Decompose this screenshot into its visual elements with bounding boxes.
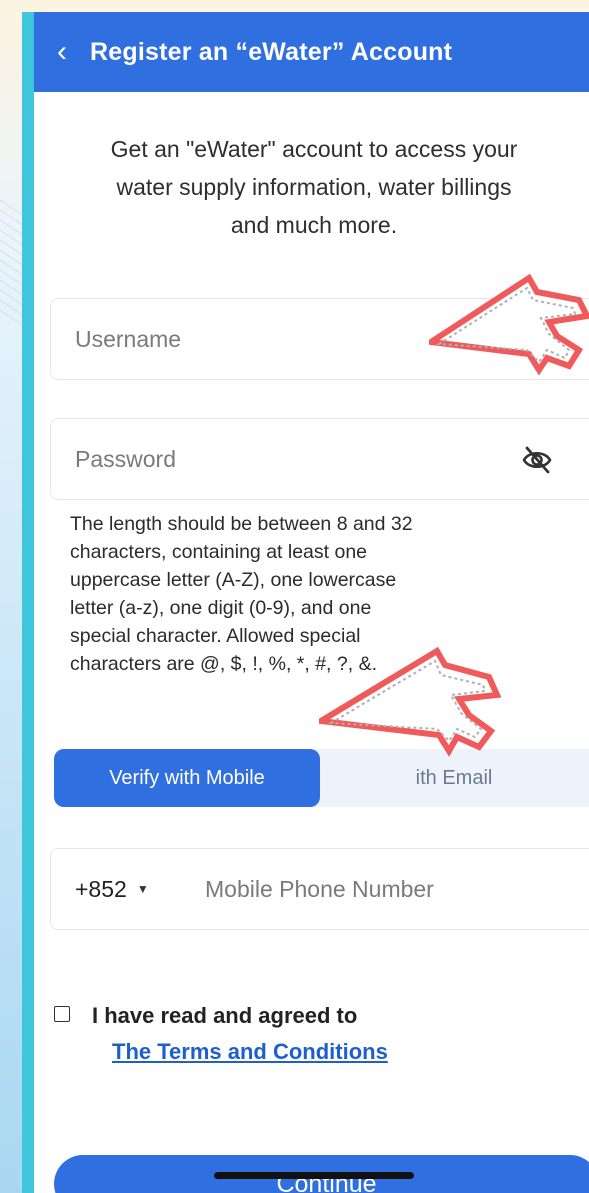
pixel-pointer-arrow-icon	[429, 273, 589, 376]
country-code-select[interactable]: +852 ▼	[51, 876, 185, 903]
terms-link[interactable]: The Terms and Conditions	[112, 1036, 388, 1068]
phone-frame: ‹ Register an “eWater” Account Get an "e…	[22, 12, 589, 1193]
mobile-phone-field: +852 ▼	[50, 848, 589, 930]
eye-off-icon[interactable]	[521, 445, 553, 475]
page-title: Register an “eWater” Account	[90, 37, 453, 66]
password-field	[50, 418, 589, 500]
hint-line: letter (a-z), one digit (0-9), and one	[70, 597, 372, 619]
hint-line: characters, containing at least one	[70, 541, 368, 563]
screen: ‹ Register an “eWater” Account Get an "e…	[34, 12, 589, 1193]
tab-verify-mobile[interactable]: Verify with Mobile	[54, 749, 320, 807]
hint-line: The length should be between 8 and 32	[70, 513, 413, 535]
country-code-value: +852	[75, 875, 127, 902]
password-input[interactable]	[51, 445, 495, 473]
intro-line-2: water supply information, water billings	[116, 174, 512, 200]
terms-checkbox[interactable]	[54, 1006, 70, 1022]
top-strip	[22, 0, 589, 12]
caret-down-icon: ▼	[136, 882, 149, 896]
home-indicator	[214, 1172, 414, 1179]
pixel-pointer-arrow-icon	[319, 646, 502, 757]
intro-text: Get an "eWater" account to access your w…	[34, 130, 589, 244]
back-button[interactable]: ‹	[34, 12, 90, 92]
mobile-phone-input[interactable]	[185, 875, 565, 903]
chevron-left-icon: ‹	[57, 35, 67, 68]
intro-line-3: and much more.	[230, 212, 398, 238]
app-header: ‹ Register an “eWater” Account	[34, 12, 589, 92]
agree-text: I have read and agreed to	[92, 1003, 358, 1028]
intro-line-1: Get an "eWater" account to access your	[110, 136, 518, 162]
hint-line: uppercase letter (A-Z), one lowercase	[70, 569, 397, 591]
